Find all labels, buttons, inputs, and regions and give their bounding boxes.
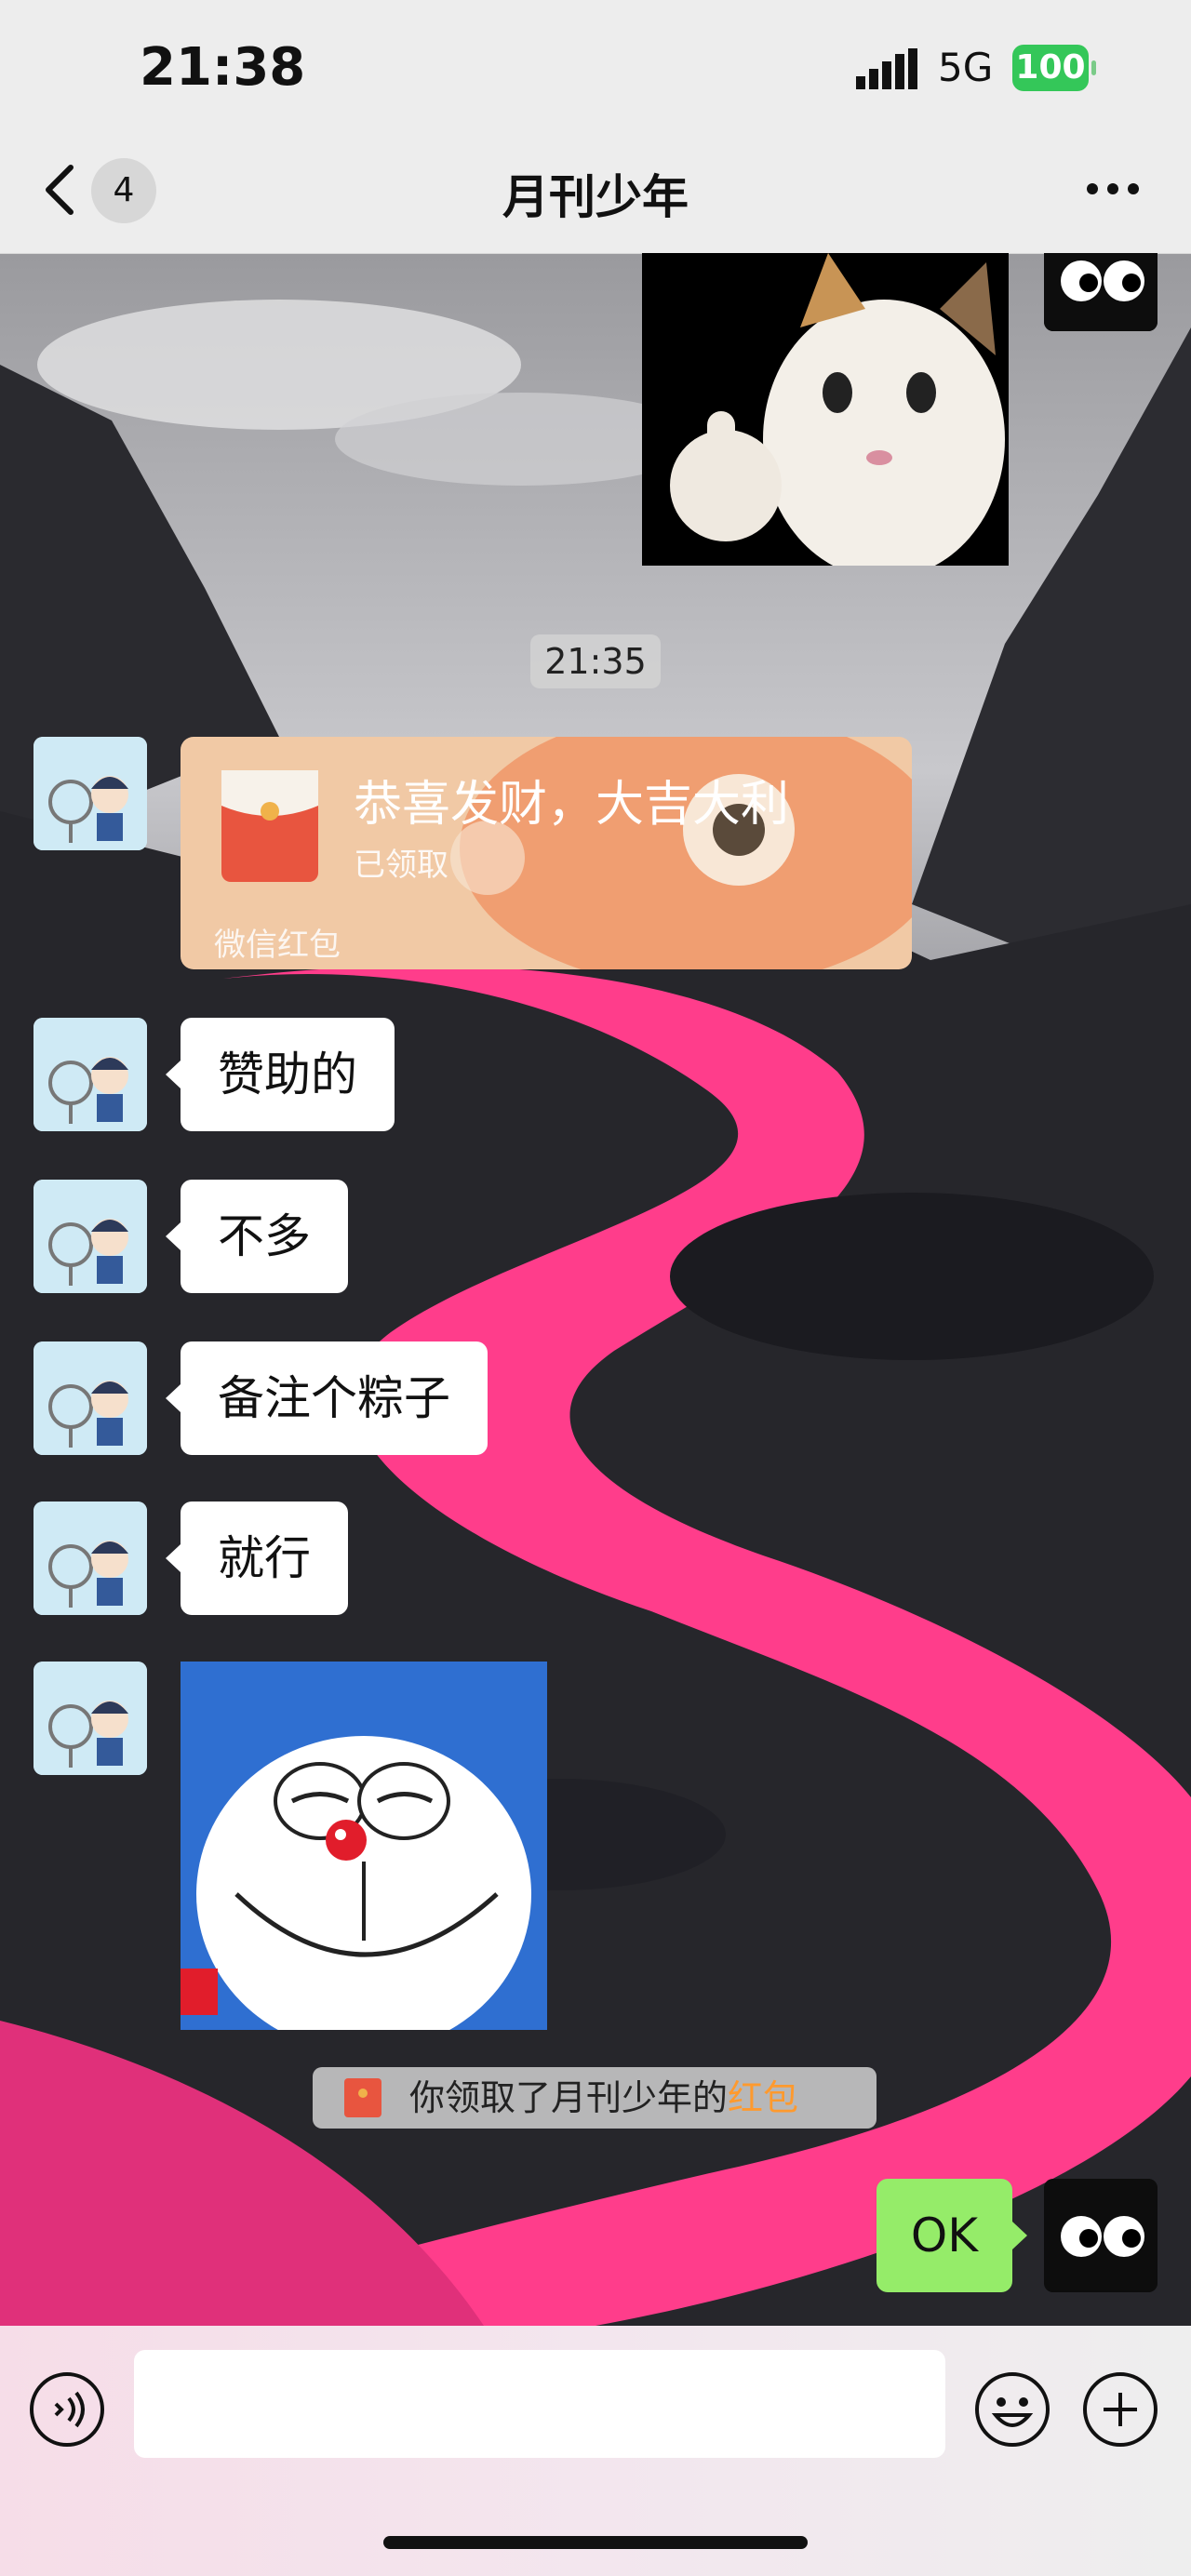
friend-avatar[interactable]: [33, 1662, 147, 1775]
friend-avatar[interactable]: [33, 1502, 147, 1615]
red-packet-message[interactable]: 恭喜发财，大吉大利 已领取 微信红包: [181, 737, 912, 969]
my-avatar-top[interactable]: [1044, 253, 1158, 331]
message-bubble[interactable]: 赞助的: [166, 1018, 395, 1131]
plus-icon[interactable]: [1081, 2370, 1159, 2449]
doraemon-sticker[interactable]: [181, 1662, 547, 2030]
system-notice-text: 你领取了月刊少年的: [409, 2077, 729, 2118]
my-avatar[interactable]: [1044, 2179, 1158, 2292]
red-packet-status: 已领取: [354, 847, 448, 884]
message-timestamp: 21:35: [530, 634, 661, 688]
chat-title: 月刊少年: [502, 170, 689, 224]
cat-thumbs-up-sticker[interactable]: [642, 253, 1009, 566]
more-dots-icon[interactable]: [1085, 175, 1141, 203]
friend-avatar[interactable]: [33, 737, 147, 850]
friend-avatar[interactable]: [33, 1018, 147, 1131]
system-notice: 你领取了月刊少年的红包: [313, 2067, 877, 2129]
home-indicator[interactable]: [383, 2536, 808, 2549]
network-type: 5G: [938, 45, 994, 90]
my-message-bubble[interactable]: OK: [877, 2179, 1027, 2292]
red-packet-icon: [221, 770, 318, 882]
red-packet-greeting: 恭喜发财，大吉大利: [354, 777, 790, 833]
red-packet-link[interactable]: 红包: [728, 2077, 798, 2118]
voice-icon[interactable]: [28, 2370, 106, 2449]
red-packet-label: 微信红包: [214, 927, 341, 964]
message-bubble[interactable]: 不多: [166, 1180, 348, 1293]
chat-background: [0, 253, 1191, 2326]
status-time: 21:38: [140, 37, 306, 98]
message-bubble[interactable]: 就行: [166, 1502, 348, 1615]
battery-indicator: 100: [1012, 45, 1096, 91]
top-bar: 21:38 5G 100 4 月刊少年: [0, 0, 1191, 254]
friend-avatar[interactable]: [33, 1341, 147, 1455]
signal-icon: [856, 48, 917, 89]
friend-avatar[interactable]: [33, 1180, 147, 1293]
emoji-icon[interactable]: [973, 2370, 1051, 2449]
message-bubble[interactable]: 备注个粽子: [166, 1341, 488, 1455]
message-input[interactable]: [134, 2350, 945, 2458]
red-packet-icon: [344, 2078, 381, 2117]
input-bar: [0, 2326, 1191, 2576]
